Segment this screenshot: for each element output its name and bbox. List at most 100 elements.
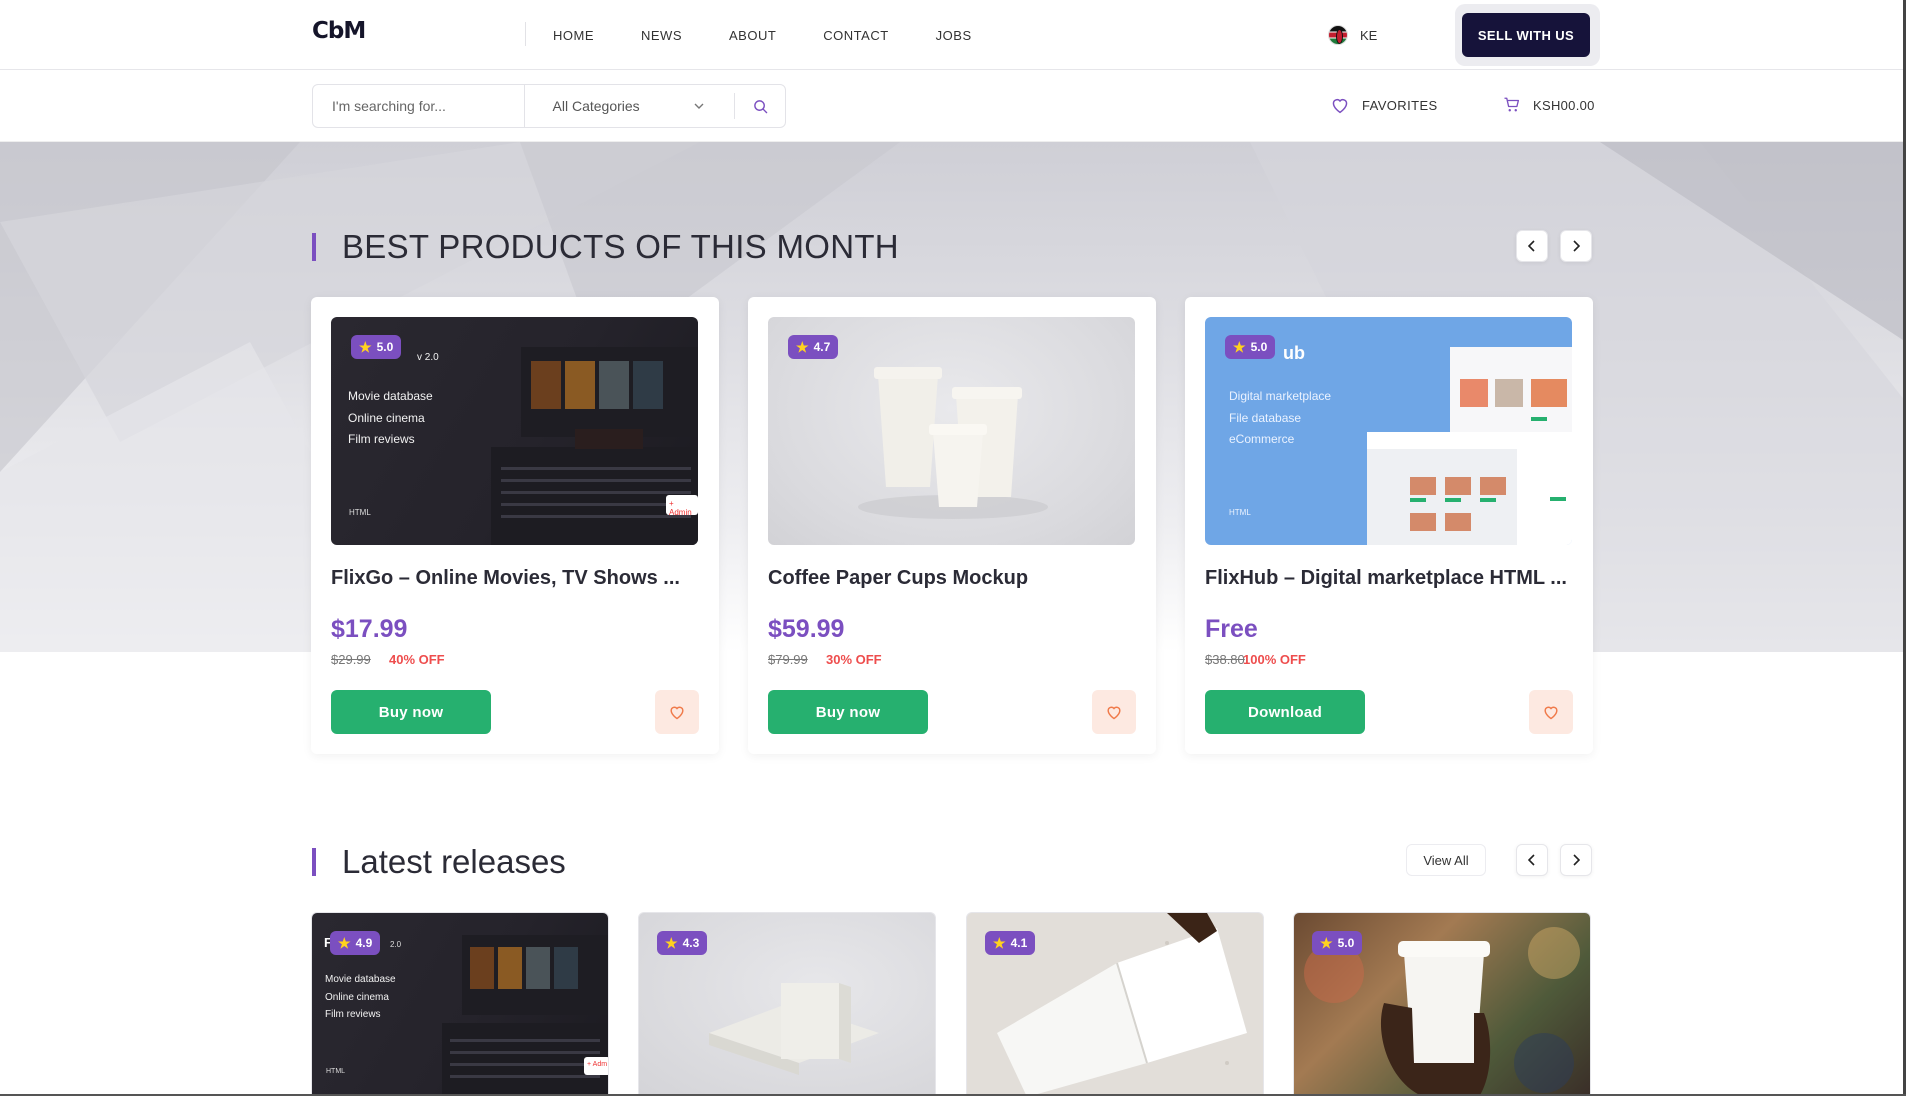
product-old-price: $38.80 xyxy=(1205,652,1245,667)
chevron-left-icon xyxy=(1528,240,1535,252)
latest-prev-button[interactable] xyxy=(1516,844,1548,876)
product-price: Free xyxy=(1205,615,1258,643)
category-select[interactable]: All Categories xyxy=(525,93,736,119)
star-icon: ★ xyxy=(1233,338,1246,355)
best-next-button[interactable] xyxy=(1560,230,1592,262)
cart-link[interactable]: KSH00.00 xyxy=(1503,96,1595,114)
rating-value: 4.7 xyxy=(813,340,831,354)
release-card[interactable]: ★ 4.1 xyxy=(966,912,1264,1096)
add-to-favorites-button[interactable] xyxy=(655,690,699,734)
language-code: KE xyxy=(1360,27,1378,43)
search-icon xyxy=(753,99,767,113)
search-box: All Categories xyxy=(312,84,786,128)
latest-next-button[interactable] xyxy=(1560,844,1592,876)
favorites-link[interactable]: FAVORITES xyxy=(1330,96,1438,114)
product-thumbnail[interactable]: ★ 4.7 xyxy=(768,317,1135,545)
heart-icon xyxy=(1332,98,1348,114)
product-card[interactable]: v 2.0 Movie database Online cinema Film … xyxy=(311,297,719,754)
rating-badge: ★ 5.0 xyxy=(351,335,402,359)
search-input[interactable] xyxy=(313,85,525,127)
rating-badge: ★ 4.3 xyxy=(657,931,708,955)
nav-news[interactable]: NEWS xyxy=(641,28,682,43)
thumbnail-tag: HTML xyxy=(326,1068,346,1075)
main-nav: HOME NEWS ABOUT CONTACT JOBS xyxy=(553,28,1019,43)
thumbnail-line: Online cinema xyxy=(348,410,425,425)
latest-releases-heading: Latest releases xyxy=(312,843,566,881)
rating-badge: ★ 4.7 xyxy=(788,335,839,359)
heart-icon xyxy=(1107,706,1121,720)
star-icon: ★ xyxy=(993,934,1006,951)
chevron-right-icon xyxy=(1573,240,1580,252)
thumbnail-brand: ub xyxy=(1283,343,1305,363)
product-card[interactable]: ★ 4.7 Coffee Paper Cups Mockup $59.99 $7… xyxy=(748,297,1156,754)
release-card[interactable]: ★ 4.3 xyxy=(638,912,936,1096)
product-title[interactable]: Coffee Paper Cups Mockup xyxy=(768,567,1138,590)
thumbnail-version: v 2.0 xyxy=(417,352,439,363)
product-card[interactable]: ub Digital marketplace File database eCo… xyxy=(1185,297,1593,754)
heart-icon xyxy=(670,706,684,720)
thumbnail-line: Film reviews xyxy=(325,1009,381,1020)
star-icon: ★ xyxy=(338,934,351,951)
rating-value: 5.0 xyxy=(1250,340,1268,354)
kenya-flag-icon xyxy=(1328,25,1348,45)
nav-contact[interactable]: CONTACT xyxy=(823,28,888,43)
product-discount: 30% OFF xyxy=(826,652,882,667)
product-thumbnail[interactable]: ub Digital marketplace File database eCo… xyxy=(1205,317,1572,545)
rating-value: 5.0 xyxy=(376,340,394,354)
rating-value: 4.9 xyxy=(355,936,373,950)
star-icon: ★ xyxy=(359,338,372,355)
logo[interactable]: CbM xyxy=(312,18,366,44)
thumbnail-line: Digital marketplace xyxy=(1229,389,1332,403)
buy-now-button[interactable]: Buy now xyxy=(768,690,928,734)
product-old-price: $79.99 xyxy=(768,652,808,667)
latest-releases-title: Latest releases xyxy=(342,843,566,880)
thumbnail-line: File database xyxy=(1229,410,1302,425)
release-card[interactable]: F 2.0 Movie database Online cinema Film … xyxy=(311,912,609,1096)
search-bar: All Categories FAVORITES KSH00.00 xyxy=(0,70,1906,142)
search-button[interactable] xyxy=(735,99,785,114)
product-discount: 100% OFF xyxy=(1243,652,1306,667)
cart-icon xyxy=(1504,97,1520,112)
rating-badge: ★ 5.0 xyxy=(1225,335,1276,359)
product-title[interactable]: FlixHub – Digital marketplace HTML ... xyxy=(1205,567,1575,590)
rating-badge: ★ 4.1 xyxy=(985,931,1036,955)
product-price: $59.99 xyxy=(768,615,845,643)
star-icon: ★ xyxy=(796,338,809,355)
language-selector[interactable]: KE xyxy=(1328,25,1377,45)
view-all-button[interactable]: View All xyxy=(1406,844,1486,876)
thumbnail-features: Movie database Online cinema Film review… xyxy=(325,971,396,1024)
category-select-value: All Categories xyxy=(552,98,640,114)
best-prev-button[interactable] xyxy=(1516,230,1548,262)
star-icon: ★ xyxy=(1320,934,1333,951)
thumbnail-features: Movie database Online cinema Film review… xyxy=(348,386,433,451)
sell-button-wrapper: SELL WITH US xyxy=(1455,4,1600,66)
rating-badge: ★ 5.0 xyxy=(1312,931,1363,955)
chevron-left-icon xyxy=(1528,854,1535,866)
thumbnail-badge: + Adm xyxy=(587,1061,608,1068)
best-products-heading: BEST PRODUCTS OF THIS MONTH xyxy=(312,228,899,266)
star-icon: ★ xyxy=(665,934,678,951)
buy-now-button[interactable]: Buy now xyxy=(331,690,491,734)
nav-jobs[interactable]: JOBS xyxy=(936,28,972,43)
nav-about[interactable]: ABOUT xyxy=(729,28,776,43)
heading-accent-bar xyxy=(312,848,316,876)
cart-total: KSH00.00 xyxy=(1533,97,1595,113)
thumbnail-line: Movie database xyxy=(325,974,396,985)
release-card[interactable]: ★ 5.0 xyxy=(1293,912,1591,1096)
sell-with-us-button[interactable]: SELL WITH US xyxy=(1462,13,1590,57)
nav-home[interactable]: HOME xyxy=(553,28,594,43)
rating-value: 4.1 xyxy=(1010,936,1028,950)
add-to-favorites-button[interactable] xyxy=(1529,690,1573,734)
thumbnail-line: Movie database xyxy=(348,389,433,403)
thumbnail-tag: HTML xyxy=(1229,508,1251,517)
thumbnail-features: Digital marketplace File database eComme… xyxy=(1229,386,1331,451)
rating-value: 4.3 xyxy=(682,936,700,950)
product-title[interactable]: FlixGo – Online Movies, TV Shows ... xyxy=(331,567,701,590)
chevron-down-icon xyxy=(694,103,704,109)
add-to-favorites-button[interactable] xyxy=(1092,690,1136,734)
download-button[interactable]: Download xyxy=(1205,690,1365,734)
rating-value: 5.0 xyxy=(1337,936,1355,950)
thumbnail-line: Online cinema xyxy=(325,991,389,1003)
product-thumbnail[interactable]: v 2.0 Movie database Online cinema Film … xyxy=(331,317,698,545)
chevron-right-icon xyxy=(1573,854,1580,866)
